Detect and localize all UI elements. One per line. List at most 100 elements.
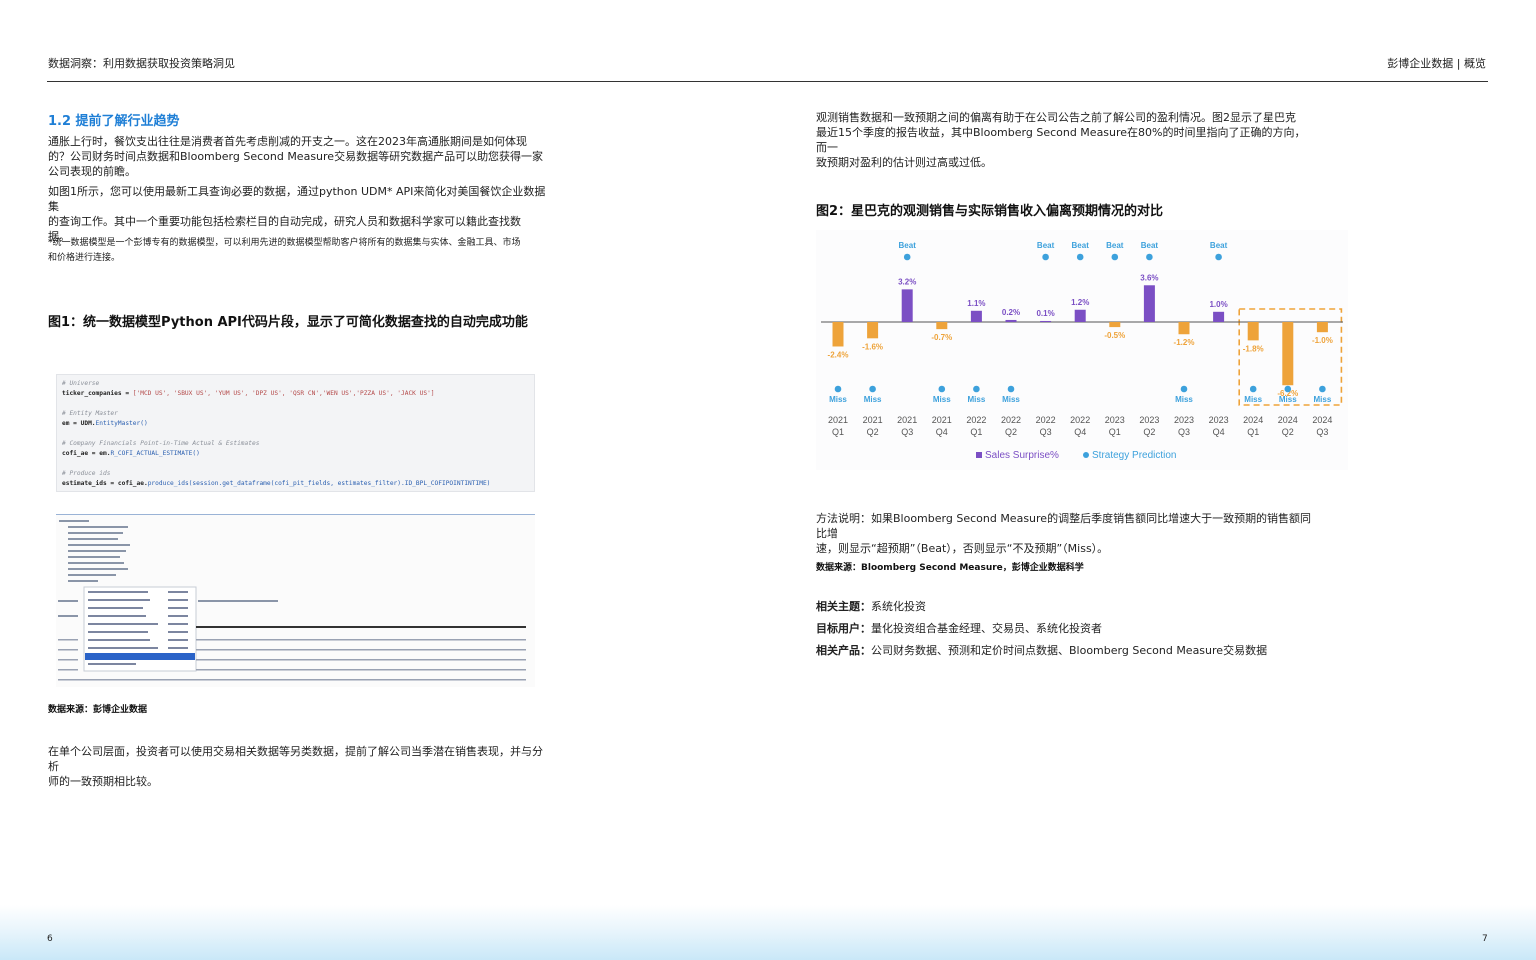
bar <box>832 322 844 347</box>
target-users-label: 目标用户： <box>816 622 871 635</box>
method-note: 方法说明：如果Bloomberg Second Measure的调整后季度销售额… <box>816 512 1312 555</box>
prediction-label: Beat <box>1141 241 1159 250</box>
legend-swatch-sales <box>976 452 982 458</box>
code-comment: # Produce ids <box>62 470 111 477</box>
prediction-label: Beat <box>1210 241 1228 250</box>
x-tick-year: 2022 <box>966 415 986 425</box>
autocomplete-screenshot-graphic <box>58 520 526 681</box>
x-tick-year: 2023 <box>1105 415 1125 425</box>
prediction-label: Beat <box>1072 241 1090 250</box>
x-tick-year: 2024 <box>1278 415 1298 425</box>
x-tick-quarter: Q4 <box>936 427 948 437</box>
x-tick-year: 2022 <box>1070 415 1090 425</box>
x-tick-year: 2022 <box>1036 415 1056 425</box>
prediction-dot <box>938 385 946 393</box>
x-tick-quarter: Q2 <box>1143 427 1155 437</box>
left-paragraph-2: 如图1所示，您可以使用最新工具查询必要的数据，通过python UDM* API… <box>48 185 546 243</box>
data-label: -1.2% <box>1174 338 1195 347</box>
data-label: 3.6% <box>1140 273 1158 282</box>
x-tick-year: 2023 <box>1209 415 1229 425</box>
x-tick-quarter: Q3 <box>1040 427 1052 437</box>
x-tick-year: 2021 <box>932 415 952 425</box>
bar <box>1109 322 1121 328</box>
data-label: -2.4% <box>828 350 849 359</box>
x-tick-quarter: Q4 <box>1213 427 1225 437</box>
header-divider <box>47 81 1488 82</box>
related-topic-label: 相关主题： <box>816 600 871 613</box>
bar <box>1316 322 1328 333</box>
autocomplete-screenshot <box>56 514 535 687</box>
x-tick-quarter: Q1 <box>832 427 844 437</box>
legend-swatch-prediction <box>1083 452 1089 458</box>
header-right-title: 彭博企业数据 | 概览 <box>1387 57 1486 70</box>
data-label: -1.8% <box>1243 344 1264 353</box>
bar <box>1005 319 1017 322</box>
bar <box>1074 309 1086 322</box>
x-tick-quarter: Q3 <box>901 427 913 437</box>
prediction-dot <box>973 385 980 393</box>
data-label: 0.1% <box>1036 309 1054 318</box>
prediction-dot <box>1146 253 1153 261</box>
x-tick-quarter: Q1 <box>1247 427 1259 437</box>
section-title: 1.2 提前了解行业趋势 <box>48 114 180 129</box>
left-paragraph-3: 在单个公司层面，投资者可以使用交易相关数据等另类数据，提前了解公司当季潜在销售表… <box>48 745 543 788</box>
x-tick-year: 2024 <box>1312 415 1332 425</box>
page-number-left: 6 <box>47 934 53 944</box>
x-tick-quarter: Q1 <box>1109 427 1121 437</box>
x-tick-quarter: Q4 <box>1074 427 1086 437</box>
sales-surprise-chart: -2.4% Miss 2021 Q1 -1.6% Miss 2021 Q2 3.2% Beat 20… <box>821 241 1343 461</box>
left-paragraph-1: 通胀上行时，餐饮支出往往是消费者首先考虑削减的开支之一。这在2023年高通胀期间… <box>48 135 544 178</box>
figure1-title: 图1：统一数据模型Python API代码片段，显示了可简化数据查找的自动完成功… <box>48 315 528 330</box>
prediction-label: Beat <box>899 241 917 250</box>
data-label: -0.5% <box>1104 331 1125 340</box>
prediction-label: Beat <box>1037 241 1055 250</box>
bar <box>1178 322 1190 335</box>
prediction-dot <box>1215 253 1222 261</box>
bar <box>936 322 948 330</box>
prediction-label: Miss <box>1314 395 1332 404</box>
data-label: -0.7% <box>931 333 952 342</box>
x-tick-quarter: Q1 <box>970 427 982 437</box>
prediction-dot <box>1180 385 1188 393</box>
bar <box>867 322 879 339</box>
x-tick-year: 2023 <box>1174 415 1194 425</box>
footer-gradient <box>0 905 1536 960</box>
prediction-dot <box>1284 385 1292 393</box>
target-users: 目标用户：量化投资组合基金经理、交易员、系统化投资者 <box>816 622 1102 635</box>
x-tick-quarter: Q3 <box>1316 427 1328 437</box>
bar <box>1247 322 1259 341</box>
x-tick-quarter: Q2 <box>1005 427 1017 437</box>
footnote: *统一数据模型是一个彭博专有的数据模型，可以利用先进的数据模型帮助客户将所有的数… <box>48 238 521 263</box>
prediction-label: Miss <box>968 395 986 404</box>
x-tick-year: 2021 <box>828 415 848 425</box>
data-label: 1.0% <box>1209 300 1227 309</box>
data-label: -1.6% <box>862 342 883 351</box>
related-topic: 相关主题：系统化投资 <box>816 600 926 613</box>
code-comment: # Universe <box>62 380 100 387</box>
bar <box>1213 311 1225 322</box>
bar <box>1040 320 1052 322</box>
data-label: 1.1% <box>967 299 985 308</box>
prediction-label: Miss <box>1002 395 1020 404</box>
related-products: 相关产品：公司财务数据、预测和定价时间点数据、Bloomberg Second … <box>816 644 1268 657</box>
x-tick-year: 2024 <box>1243 415 1263 425</box>
page-number-right: 7 <box>1482 934 1488 944</box>
figure1-source: 数据来源：彭博企业数据 <box>48 705 148 715</box>
figure2-source: 数据来源：Bloomberg Second Measure，彭博企业数据科学 <box>816 563 1084 573</box>
prediction-dot <box>1249 385 1257 393</box>
prediction-label: Miss <box>864 395 882 404</box>
header-left-title: 数据洞察：利用数据获取投资策略洞见 <box>48 57 235 70</box>
data-label: 1.2% <box>1071 298 1089 307</box>
related-products-label: 相关产品： <box>816 644 871 657</box>
legend-label-prediction: Strategy Prediction <box>1092 450 1177 461</box>
prediction-dot <box>1007 385 1015 393</box>
bar <box>1143 285 1155 322</box>
x-tick-quarter: Q2 <box>867 427 879 437</box>
bar <box>970 310 982 322</box>
code-comment: # Company Financials Point-in-Time Actua… <box>62 440 260 447</box>
right-paragraph-1: 观测销售数据和一致预期之间的偏离有助于在公司公告之前了解公司的盈利情况。图2显示… <box>816 111 1306 169</box>
x-tick-year: 2021 <box>863 415 883 425</box>
x-tick-quarter: Q3 <box>1178 427 1190 437</box>
x-tick-year: 2023 <box>1139 415 1159 425</box>
prediction-label: Miss <box>1175 395 1193 404</box>
